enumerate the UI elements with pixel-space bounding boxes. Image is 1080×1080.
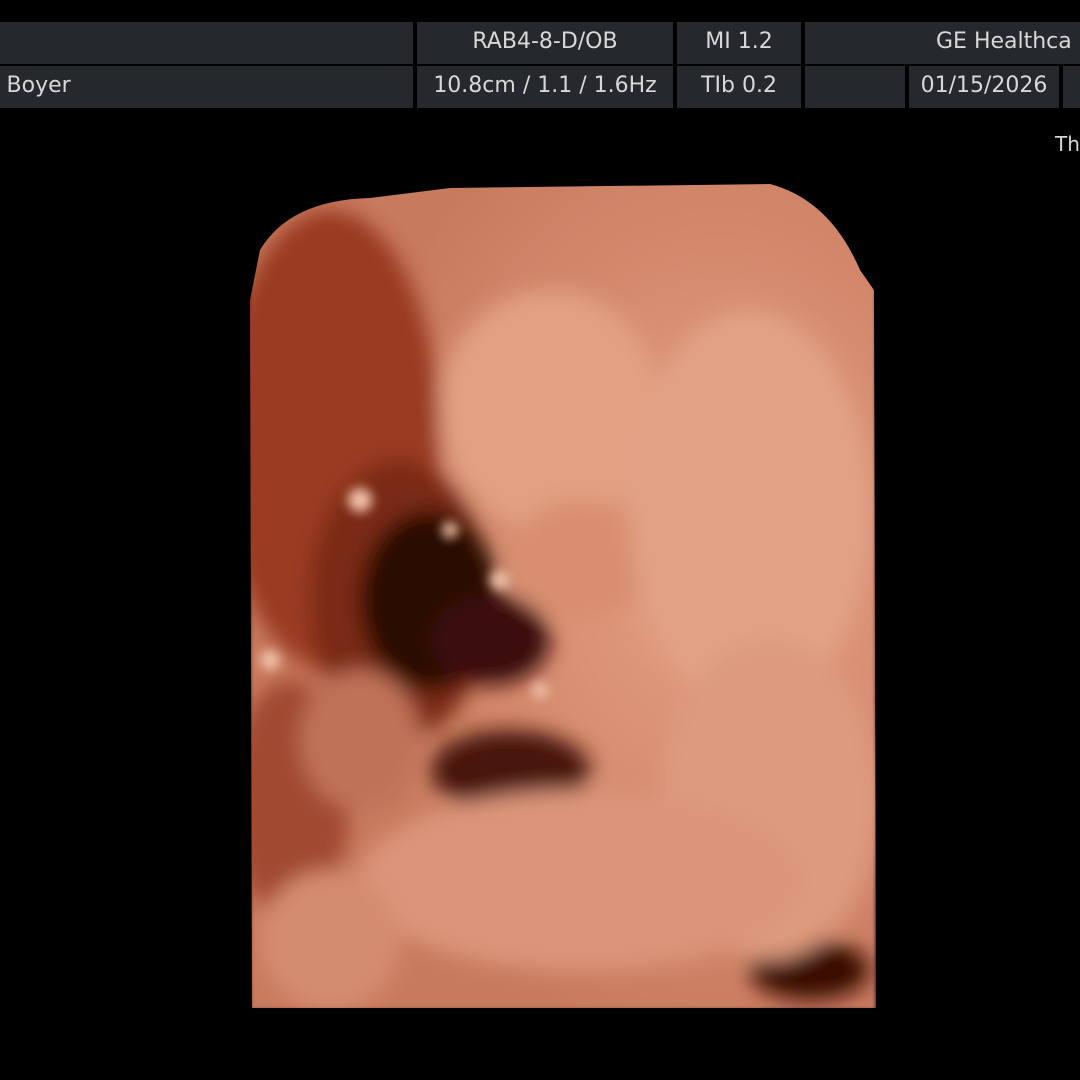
info-header: e Boyer RAB4-8-D/OB 10.8cm / 1.1 / 1.6Hz… (0, 22, 1080, 108)
header-cell-blank (0, 22, 413, 64)
patient-name: e Boyer (0, 66, 413, 108)
thermal-index-bone: TIb 0.2 (677, 66, 801, 108)
depth-gain-rate: 10.8cm / 1.1 / 1.6Hz (417, 66, 673, 108)
exam-date: 01/15/2026 (909, 66, 1059, 108)
overlay-label: Th (1055, 132, 1080, 156)
vendor-label: GE Healthca (805, 22, 1080, 64)
header-cell-blank (805, 66, 905, 108)
probe-label: RAB4-8-D/OB (417, 22, 673, 64)
mechanical-index: MI 1.2 (677, 22, 801, 64)
ultrasound-3d-render (250, 184, 876, 1008)
header-cell-blank (1063, 66, 1080, 108)
